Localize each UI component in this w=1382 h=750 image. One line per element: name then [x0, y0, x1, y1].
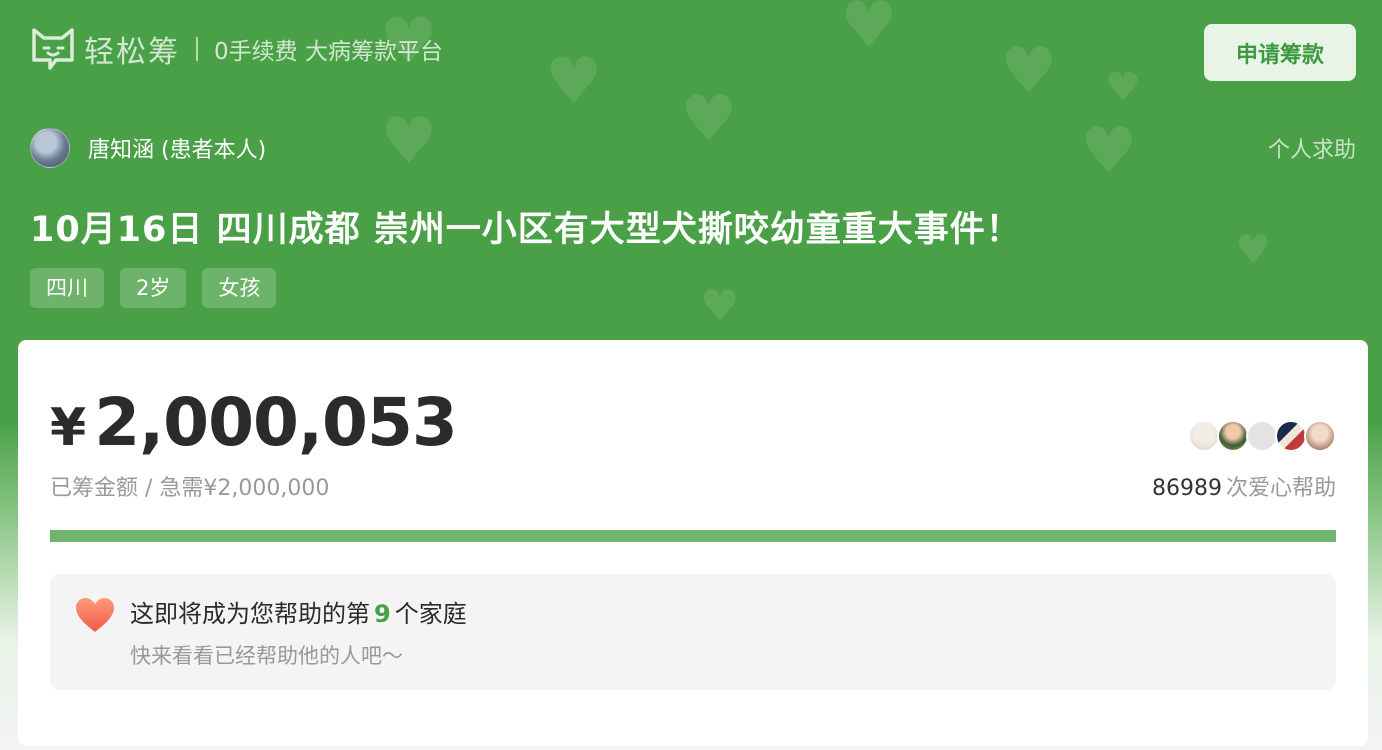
logo[interactable]: 轻松筹 0手续费 大病筹款平台 — [30, 26, 443, 72]
slogan: 0手续费 大病筹款平台 — [214, 39, 443, 65]
avatar[interactable] — [30, 128, 70, 168]
hint-subtitle: 快来看看已经帮助他的人吧～ — [130, 644, 403, 668]
funding-progress-bar — [50, 530, 1336, 542]
patient-row: 唐知涵 (患者本人) 个人求助 — [30, 127, 1356, 169]
apply-fundraising-button[interactable]: 申请筹款 — [1204, 24, 1356, 81]
hint-number: 9 — [374, 600, 391, 628]
donor-avatar — [1275, 420, 1307, 452]
logo-text: 轻松筹 — [84, 35, 180, 70]
cat-logo-icon — [32, 28, 74, 70]
donor-avatar — [1246, 420, 1278, 452]
help-count-number: 86989 — [1151, 476, 1222, 501]
hint-prefix: 这即将成为您帮助的第 — [130, 600, 370, 628]
heart-decoration-icon: ♥ — [1235, 227, 1271, 273]
donor-avatar — [1217, 420, 1249, 452]
patient-name: 唐知涵 (患者本人) — [88, 138, 267, 163]
currency-symbol: ¥ — [50, 398, 87, 458]
hint-suffix: 个家庭 — [394, 600, 467, 628]
heart-decoration-icon: ♥ — [700, 281, 740, 332]
tag-region: 四川 — [30, 268, 104, 308]
raised-value: 2,000,053 — [94, 384, 458, 461]
help-count: 86989 次爱心帮助 — [1152, 470, 1336, 502]
donor-avatar — [1304, 420, 1336, 452]
help-count-label: 次爱心帮助 — [1225, 476, 1336, 501]
progress-fill — [50, 530, 1336, 542]
donor-avatar — [1188, 420, 1220, 452]
top-bar: 轻松筹 0手续费 大病筹款平台 申请筹款 — [30, 24, 1356, 81]
raised-amount: ¥ 2,000,053 — [50, 384, 458, 461]
tag-age: 2岁 — [120, 268, 187, 308]
funding-card: ¥ 2,000,053 已筹金额 / 急需¥2,000,000 86989 次爱心… — [18, 340, 1368, 746]
hint-title: 这即将成为您帮助的第 9 个家庭 — [130, 594, 467, 629]
help-hint-box[interactable]: 这即将成为您帮助的第 9 个家庭 快来看看已经帮助他的人吧～ — [50, 574, 1336, 690]
tag-list: 四川 2岁 女孩 — [30, 268, 277, 308]
donor-avatars[interactable] — [1188, 420, 1336, 452]
tag-gender: 女孩 — [202, 268, 277, 308]
page-title: 10月16日 四川成都 崇州一小区有大型犬撕咬幼童重大事件！ — [30, 210, 1022, 250]
help-type-label: 个人求助 — [1267, 138, 1356, 163]
target-label: 已筹金额 / 急需¥2,000,000 — [50, 476, 330, 501]
heart-icon — [76, 598, 114, 632]
divider — [196, 37, 198, 61]
